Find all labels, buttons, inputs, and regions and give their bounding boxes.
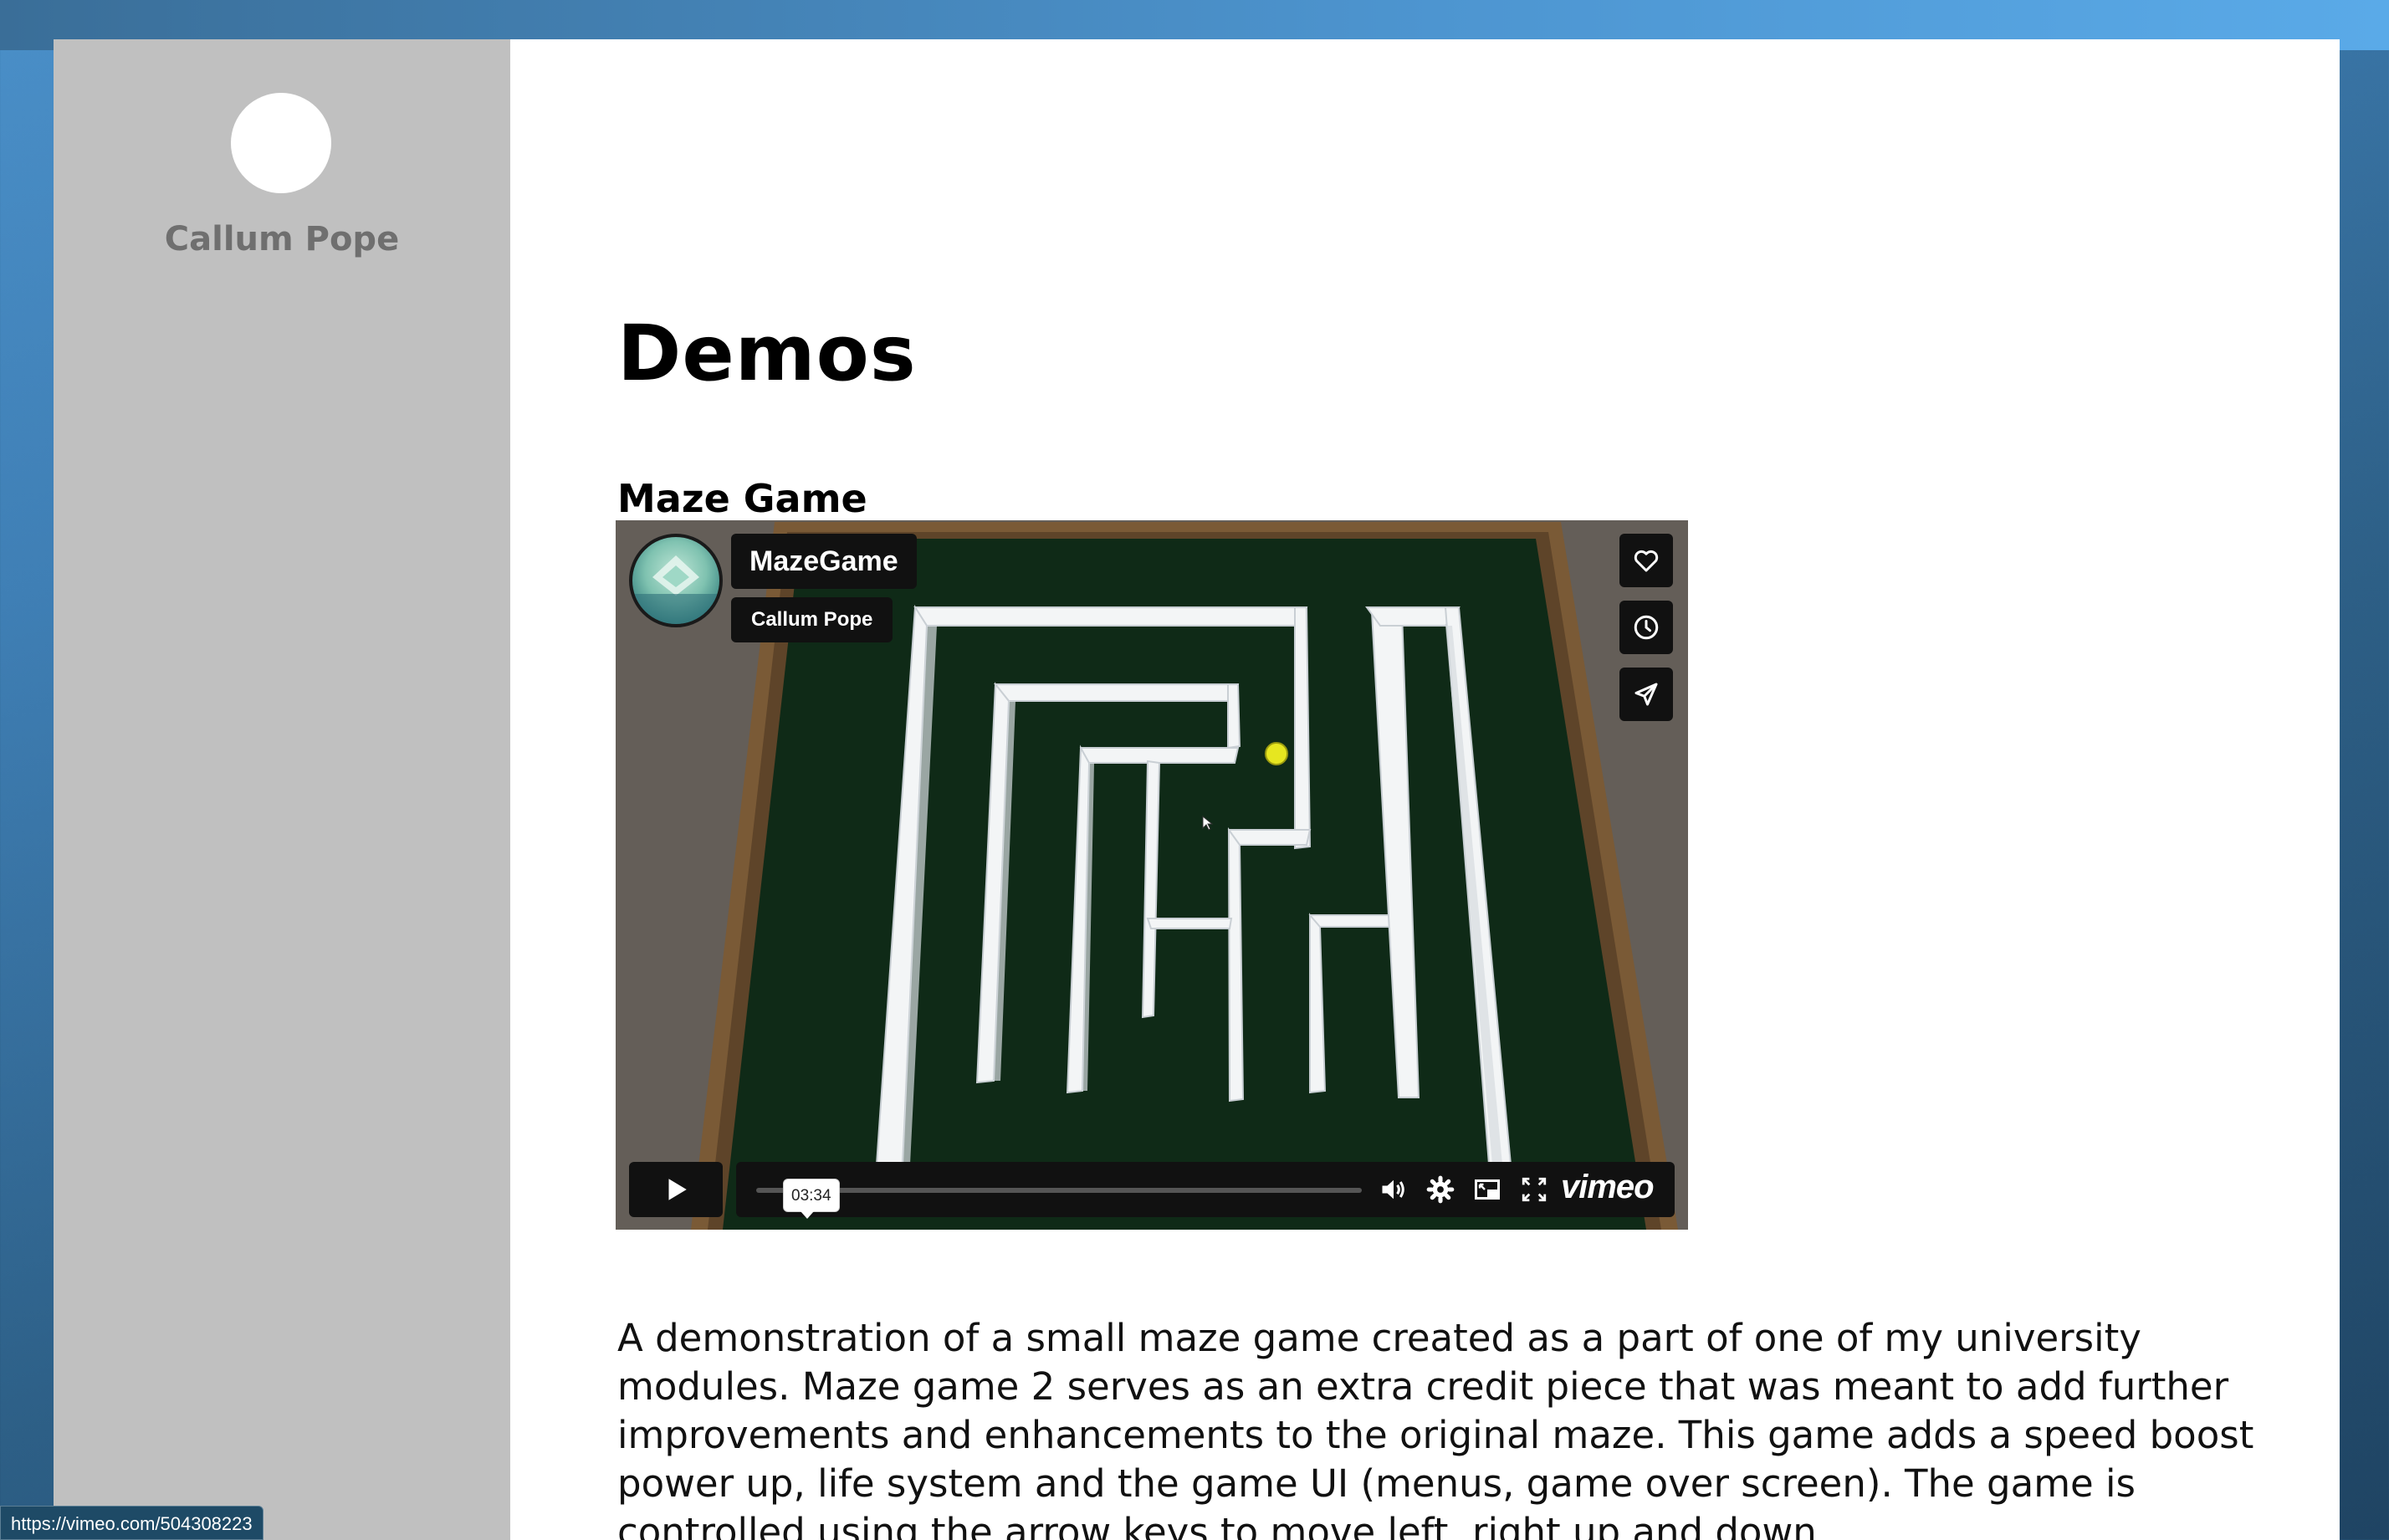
control-bar: vimeo bbox=[736, 1162, 1675, 1217]
sidebar: Callum Pope bbox=[54, 39, 510, 1540]
vimeo-logo[interactable]: vimeo bbox=[1561, 1169, 1655, 1206]
video-player[interactable]: MazeGame Callum Pope vimeo bbox=[616, 520, 1688, 1230]
browser-viewport: Callum Pope Demos Maze Game MazeGame Cal… bbox=[54, 39, 2340, 1540]
channel-logo[interactable] bbox=[629, 534, 723, 627]
heart-icon bbox=[1634, 550, 1659, 572]
watch-later-button[interactable] bbox=[1619, 601, 1673, 654]
fullscreen-icon bbox=[1522, 1177, 1547, 1202]
share-button[interactable] bbox=[1619, 668, 1673, 721]
like-button[interactable] bbox=[1619, 534, 1673, 587]
play-icon bbox=[668, 1179, 687, 1200]
ball bbox=[1265, 742, 1288, 765]
clock-icon bbox=[1634, 615, 1659, 640]
send-icon bbox=[1634, 683, 1658, 706]
pip-button[interactable] bbox=[1471, 1173, 1504, 1206]
settings-icon bbox=[1426, 1175, 1455, 1204]
section-title: Maze Game bbox=[617, 476, 867, 521]
video-title[interactable]: MazeGame bbox=[731, 534, 917, 589]
settings-button[interactable] bbox=[1424, 1173, 1457, 1206]
main-content: Demos Maze Game MazeGame Callum Pope vim… bbox=[616, 39, 2274, 1540]
demo-description: A demonstration of a small maze game cre… bbox=[617, 1316, 2254, 1540]
fullscreen-button[interactable] bbox=[1517, 1173, 1551, 1206]
volume-button[interactable] bbox=[1377, 1173, 1410, 1206]
duration-tooltip: 03:34 bbox=[783, 1179, 840, 1219]
play-button[interactable] bbox=[629, 1162, 723, 1217]
volume-icon bbox=[1382, 1179, 1404, 1200]
progress-bar[interactable] bbox=[756, 1188, 1362, 1193]
video-author[interactable]: Callum Pope bbox=[731, 597, 893, 642]
page-title: Demos bbox=[617, 309, 917, 398]
pip-icon bbox=[1475, 1179, 1500, 1200]
sidebar-author-name[interactable]: Callum Pope bbox=[54, 220, 510, 258]
avatar[interactable] bbox=[231, 93, 331, 193]
status-bar-url: https://vimeo.com/504308223 bbox=[0, 1506, 263, 1540]
